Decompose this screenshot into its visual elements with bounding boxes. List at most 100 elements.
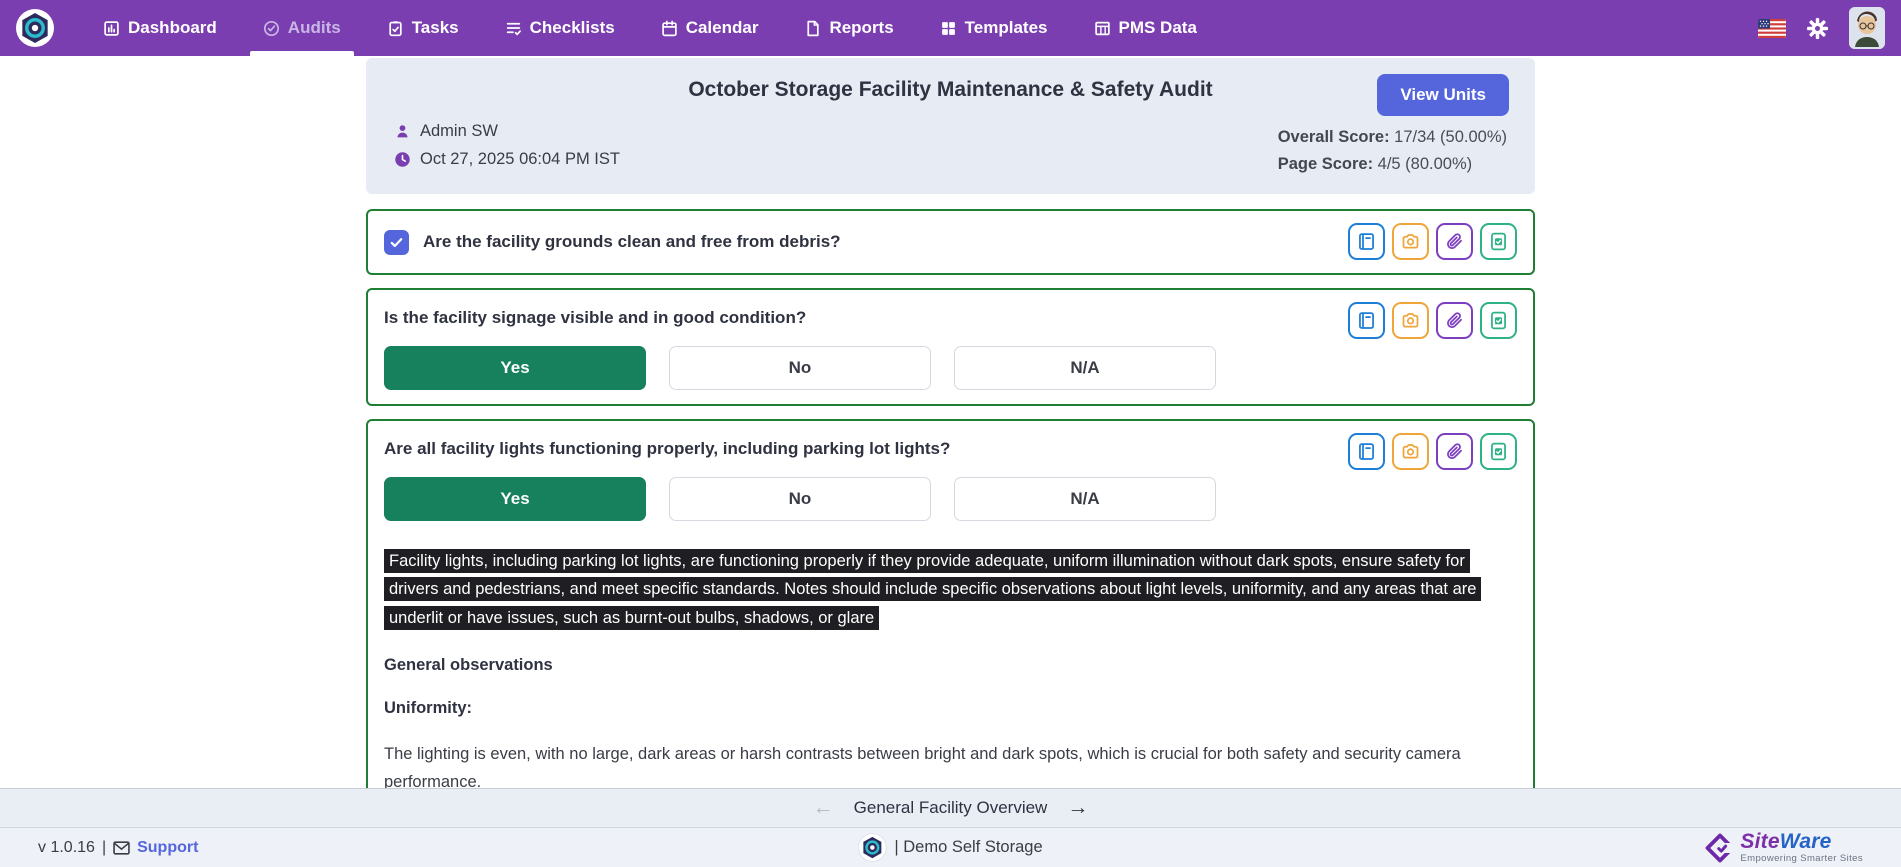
create-task-button[interactable] (1480, 223, 1517, 260)
envelope-icon (113, 841, 130, 855)
paperclip-icon (1444, 231, 1465, 252)
report-icon (804, 20, 821, 37)
nav-item-label: Checklists (530, 18, 615, 38)
site-name: | Demo Self Storage (894, 838, 1042, 857)
nav-item-reports[interactable]: Reports (781, 0, 916, 56)
paperclip-icon (1444, 441, 1465, 462)
nav-item-label: Audits (288, 18, 341, 38)
dashboard-icon (103, 20, 120, 37)
footer-left: v 1.0.16 | Support (38, 839, 198, 857)
camera-icon (1400, 441, 1421, 462)
siteware-diamond-icon (1705, 833, 1735, 863)
audit-scores: Overall Score: 17/34 (50.00%) Page Score… (1278, 122, 1507, 182)
clipboard-check-icon (1488, 310, 1509, 331)
answer-options: Yes No N/A (384, 477, 1517, 521)
page-score-value: 4/5 (80.00%) (1373, 155, 1472, 173)
user-avatar[interactable] (1849, 7, 1885, 49)
app-logo-icon (16, 9, 54, 47)
question-actions (1348, 223, 1517, 260)
camera-icon (1400, 310, 1421, 331)
answer-na-button[interactable]: N/A (954, 477, 1216, 521)
table-icon (1094, 20, 1111, 37)
nav-item-label: Reports (829, 18, 893, 38)
auditor-line: Admin SW (394, 122, 620, 141)
checklist-icon (505, 20, 522, 37)
brand-ware-text: Ware (1780, 830, 1832, 853)
nav-item-audits[interactable]: Audits (240, 0, 364, 56)
clipboard-check-icon (1488, 231, 1509, 252)
view-units-button[interactable]: View Units (1377, 74, 1509, 116)
question-actions (1348, 433, 1517, 470)
clipboard-check-icon (1488, 441, 1509, 462)
answer-yes-button[interactable]: Yes (384, 346, 646, 390)
top-navbar: Dashboard Audits Tasks Checklists (0, 0, 1901, 56)
nav-item-checklists[interactable]: Checklists (482, 0, 638, 56)
camera-button[interactable] (1392, 223, 1429, 260)
audit-page: October Storage Facility Maintenance & S… (366, 56, 1535, 838)
notes-heading-general: General observations (384, 656, 1518, 675)
question-actions (1348, 302, 1517, 339)
siteware-wordmark: SiteWare Empowering Smarter Sites (1740, 831, 1863, 864)
answer-no-button[interactable]: No (669, 346, 931, 390)
create-task-button[interactable] (1480, 433, 1517, 470)
nav-item-tasks[interactable]: Tasks (364, 0, 482, 56)
page-navigation-bar: ← General Facility Overview → (0, 788, 1901, 827)
overall-score-label: Overall Score: (1278, 128, 1390, 146)
answer-no-button[interactable]: No (669, 477, 931, 521)
page-score-label: Page Score: (1278, 155, 1373, 173)
audit-meta-row: Admin SW Oct 27, 2025 06:04 PM IST Overa… (394, 122, 1507, 182)
next-page-arrow[interactable]: → (1067, 796, 1088, 820)
nav-item-label: Dashboard (128, 18, 217, 38)
answer-options: Yes No N/A (384, 346, 1517, 390)
notes-button[interactable] (1348, 223, 1385, 260)
answer-na-button[interactable]: N/A (954, 346, 1216, 390)
nav-item-calendar[interactable]: Calendar (638, 0, 782, 56)
nav-item-pms-data[interactable]: PMS Data (1071, 0, 1220, 56)
support-link[interactable]: Support (137, 839, 198, 857)
camera-button[interactable] (1392, 433, 1429, 470)
us-flag-icon[interactable] (1758, 19, 1786, 38)
camera-button[interactable] (1392, 302, 1429, 339)
nav-item-templates[interactable]: Templates (917, 0, 1071, 56)
audit-header-card: October Storage Facility Maintenance & S… (366, 58, 1535, 194)
overall-score-value: 17/34 (50.00%) (1390, 128, 1507, 146)
navbar-right-controls (1758, 7, 1885, 49)
create-task-button[interactable] (1480, 302, 1517, 339)
app-logo[interactable] (16, 9, 54, 47)
audit-meta-left: Admin SW Oct 27, 2025 06:04 PM IST (394, 122, 620, 182)
check-icon (389, 235, 404, 250)
answer-yes-button[interactable]: Yes (384, 477, 646, 521)
nav-item-label: Templates (965, 18, 1048, 38)
siteware-brand[interactable]: SiteWare Empowering Smarter Sites (1705, 831, 1863, 864)
paperclip-icon (1444, 310, 1465, 331)
siteware-name: SiteWare (1740, 831, 1831, 852)
camera-icon (1400, 231, 1421, 252)
notes-button[interactable] (1348, 302, 1385, 339)
book-icon (1356, 310, 1377, 331)
previous-page-arrow[interactable]: ← (813, 796, 834, 820)
site-logo-icon (858, 834, 885, 861)
app-footer: v 1.0.16 | Support | Demo Self Storage S… (0, 827, 1901, 867)
question-card-1: Are the facility grounds clean and free … (366, 209, 1535, 275)
nav-menu: Dashboard Audits Tasks Checklists (80, 0, 1220, 56)
book-icon (1356, 231, 1377, 252)
person-icon (394, 123, 411, 140)
nav-item-dashboard[interactable]: Dashboard (80, 0, 240, 56)
nav-item-label: PMS Data (1119, 18, 1197, 38)
question-checkbox-checked[interactable] (384, 230, 409, 255)
calendar-icon (661, 20, 678, 37)
settings-gear-icon[interactable] (1806, 17, 1829, 40)
audit-title: October Storage Facility Maintenance & S… (394, 78, 1507, 102)
attachment-button[interactable] (1436, 302, 1473, 339)
clock-icon (394, 151, 411, 168)
nav-item-label: Calendar (686, 18, 759, 38)
question-card-3: Are all facility lights functioning prop… (366, 419, 1535, 838)
highlighted-note-text: Facility lights, including parking lot l… (384, 549, 1481, 630)
app-version: v 1.0.16 (38, 839, 95, 857)
site-logo-graphic (858, 834, 885, 861)
audit-datetime-line: Oct 27, 2025 06:04 PM IST (394, 150, 620, 169)
attachment-button[interactable] (1436, 433, 1473, 470)
attachment-button[interactable] (1436, 223, 1473, 260)
notes-button[interactable] (1348, 433, 1385, 470)
templates-icon (940, 20, 957, 37)
